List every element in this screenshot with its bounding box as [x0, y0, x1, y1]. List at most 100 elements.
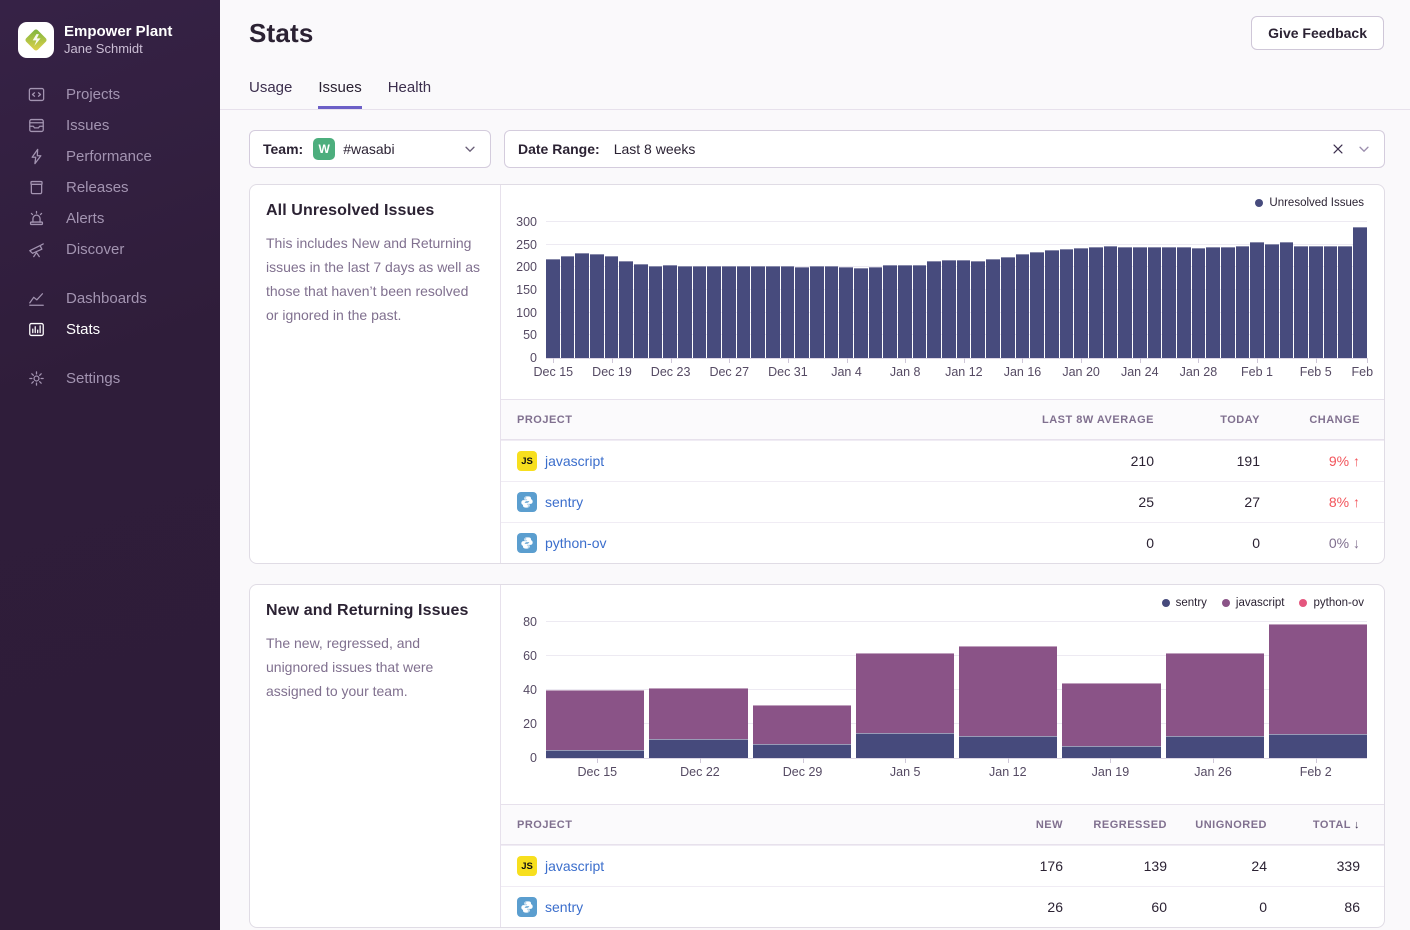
- bar[interactable]: [971, 261, 985, 358]
- bar[interactable]: [1133, 247, 1147, 358]
- bar[interactable]: [869, 267, 883, 358]
- bar[interactable]: [619, 261, 633, 358]
- tab-issues[interactable]: Issues: [318, 79, 361, 109]
- sidebar-item-settings[interactable]: Settings: [0, 363, 220, 394]
- bar[interactable]: [1060, 249, 1074, 358]
- bar[interactable]: [634, 264, 648, 358]
- bar[interactable]: [693, 266, 707, 358]
- bar[interactable]: [590, 254, 604, 358]
- sidebar-item-discover[interactable]: Discover: [0, 234, 220, 265]
- bar[interactable]: [737, 266, 751, 358]
- x-axis-tick: [700, 758, 701, 763]
- bar[interactable]: [1118, 247, 1132, 358]
- bar[interactable]: [1177, 247, 1191, 358]
- date-range-select[interactable]: Date Range: Last 8 weeks: [504, 130, 1385, 168]
- bar[interactable]: [722, 266, 736, 358]
- bar-feb-2[interactable]: [1269, 622, 1367, 758]
- bar[interactable]: [810, 266, 824, 358]
- bar[interactable]: [1074, 248, 1088, 358]
- org-switcher[interactable]: Empower Plant Jane Schmidt: [0, 0, 220, 58]
- bar-jan-26[interactable]: [1166, 622, 1264, 758]
- bar[interactable]: [986, 259, 1000, 358]
- bar[interactable]: [678, 266, 692, 358]
- column-header-regressed[interactable]: Regressed: [1063, 819, 1167, 831]
- bar-jan-19[interactable]: [1062, 622, 1160, 758]
- bar[interactable]: [1045, 250, 1059, 358]
- bar-dec-22[interactable]: [649, 622, 747, 758]
- bar[interactable]: [1221, 247, 1235, 358]
- bar[interactable]: [854, 268, 868, 358]
- clear-icon[interactable]: [1331, 142, 1345, 156]
- bar[interactable]: [1192, 248, 1206, 358]
- sidebar-item-issues[interactable]: Issues: [0, 110, 220, 141]
- sidebar-item-stats[interactable]: Stats: [0, 314, 220, 345]
- column-header-change[interactable]: Change: [1260, 414, 1360, 426]
- bar[interactable]: [605, 256, 619, 358]
- value-cell: 24: [1167, 858, 1267, 874]
- column-header-total[interactable]: Total↓: [1267, 819, 1360, 831]
- sidebar-item-dashboards[interactable]: Dashboards: [0, 283, 220, 314]
- project-link-javascript[interactable]: javascript: [545, 858, 604, 874]
- sidebar-item-releases[interactable]: Releases: [0, 172, 220, 203]
- bar[interactable]: [898, 265, 912, 358]
- bar[interactable]: [1309, 246, 1323, 358]
- column-header-project[interactable]: Project: [517, 414, 994, 426]
- bar[interactable]: [575, 253, 589, 358]
- bar[interactable]: [957, 260, 971, 358]
- give-feedback-button[interactable]: Give Feedback: [1251, 16, 1384, 50]
- bar[interactable]: [825, 266, 839, 358]
- sidebar-item-performance[interactable]: Performance: [0, 141, 220, 172]
- project-link-sentry[interactable]: sentry: [545, 899, 583, 915]
- tab-health[interactable]: Health: [388, 79, 431, 109]
- bar[interactable]: [1265, 244, 1279, 358]
- bar[interactable]: [927, 261, 941, 358]
- stacked-bars[interactable]: [546, 622, 1367, 758]
- bar[interactable]: [649, 266, 663, 358]
- project-link-sentry[interactable]: sentry: [545, 494, 583, 510]
- bar[interactable]: [1148, 247, 1162, 358]
- column-header-today[interactable]: Today: [1154, 414, 1260, 426]
- bar[interactable]: [1338, 246, 1352, 358]
- bar[interactable]: [1294, 246, 1308, 358]
- bar[interactable]: [1030, 252, 1044, 358]
- project-link-python-ov[interactable]: python-ov: [545, 535, 606, 551]
- daily-bars[interactable]: [546, 222, 1367, 358]
- bar[interactable]: [1280, 242, 1294, 359]
- bar[interactable]: [942, 260, 956, 358]
- team-select[interactable]: Team: W #wasabi: [249, 130, 491, 168]
- bar[interactable]: [1206, 247, 1220, 358]
- bar-jan-5[interactable]: [856, 622, 954, 758]
- bar[interactable]: [795, 267, 809, 358]
- bar[interactable]: [766, 266, 780, 358]
- sidebar-item-projects[interactable]: Projects: [0, 79, 220, 110]
- bar[interactable]: [1089, 247, 1103, 358]
- column-header-project[interactable]: Project: [517, 819, 963, 831]
- bar[interactable]: [1250, 242, 1264, 358]
- bar[interactable]: [1016, 254, 1030, 358]
- column-header-last-8w-average[interactable]: Last 8w Average: [994, 414, 1154, 426]
- bar-jan-12[interactable]: [959, 622, 1057, 758]
- bar[interactable]: [1353, 227, 1367, 358]
- bar[interactable]: [1162, 247, 1176, 358]
- bar[interactable]: [751, 266, 765, 358]
- bar-dec-15[interactable]: [546, 622, 644, 758]
- sidebar-item-alerts[interactable]: Alerts: [0, 203, 220, 234]
- column-header-new[interactable]: New: [963, 819, 1063, 831]
- x-axis-tick: [1008, 758, 1009, 763]
- bar[interactable]: [883, 265, 897, 358]
- project-link-javascript[interactable]: javascript: [545, 453, 604, 469]
- bar[interactable]: [1104, 246, 1118, 358]
- bar[interactable]: [913, 265, 927, 358]
- bar[interactable]: [839, 267, 853, 358]
- bar[interactable]: [1001, 257, 1015, 358]
- column-header-unignored[interactable]: Unignored: [1167, 819, 1267, 831]
- bar[interactable]: [663, 265, 677, 358]
- bar[interactable]: [546, 259, 560, 358]
- bar[interactable]: [781, 266, 795, 358]
- bar-dec-29[interactable]: [753, 622, 851, 758]
- tab-usage[interactable]: Usage: [249, 79, 292, 109]
- bar[interactable]: [561, 256, 575, 358]
- bar[interactable]: [1236, 246, 1250, 358]
- bar[interactable]: [707, 266, 721, 358]
- bar[interactable]: [1324, 246, 1338, 358]
